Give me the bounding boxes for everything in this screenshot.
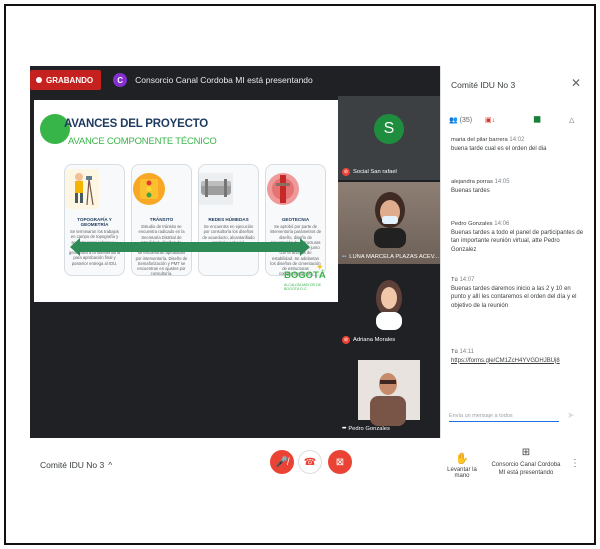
message-time: 14:07 — [459, 277, 475, 283]
participant-name: Pedro Gonzales — [348, 426, 390, 432]
slide-columns: TOPOGRAFÍA Y GEOMETRÍA Se terminaron los… — [64, 164, 326, 276]
slide-column: REDES HÚMEDAS Se encuentra en ejecución … — [198, 164, 259, 276]
message-author: Tú — [451, 277, 458, 283]
message-time: 14:06 — [494, 221, 510, 227]
participant-name-row: ••• Pedro Gonzales — [342, 426, 390, 432]
pipe-illustration-icon — [199, 173, 233, 205]
participant-name: LUNA MARCELA PLAZAS ACEV... — [349, 254, 439, 260]
message-time: 14:11 — [459, 349, 475, 355]
message-text: Buenas tardes a todo el panel de partici… — [451, 229, 584, 254]
slide-title: AVANCES DEL PROYECTO — [64, 118, 209, 130]
recording-badge: GRABANDO — [30, 70, 102, 90]
slide-column: TRÁNSITO Estudio de tránsito se encuentr… — [131, 164, 192, 276]
shared-slide: AVANCES DEL PROYECTO AVANCE COMPONENTE T… — [34, 100, 338, 302]
person-video-icon — [376, 280, 402, 330]
person-video-icon — [370, 373, 406, 426]
participant-tile[interactable]: ⊘ Adriana Morales — [338, 266, 440, 348]
chat-icon[interactable]: ◼ — [533, 114, 541, 125]
mic-off-icon: ⊘ — [342, 336, 350, 344]
close-icon[interactable]: ✕ — [571, 76, 581, 90]
meeting-details[interactable]: Comité IDU No 3 ^ — [40, 460, 112, 470]
participant-tile[interactable]: ▪▪ LUNA MARCELA PLAZAS ACEV... — [338, 182, 440, 264]
column-title: TRÁNSITO — [149, 217, 174, 222]
slide-subtitle: AVANCE COMPONENTE TÉCNICO — [68, 136, 217, 147]
mic-off-icon: ⊘ — [342, 168, 350, 176]
presenter-avatar: C — [113, 73, 128, 87]
shapes-icon[interactable]: △ — [569, 116, 574, 124]
participant-tiles: S ⊘ Social San rafael ▪▪ LUNA MARCELA PL… — [338, 96, 440, 436]
participant-name-row: ⊘ Social San rafael — [342, 168, 397, 176]
message-text: Buenas tardes — [451, 187, 490, 194]
raise-hand-button[interactable]: ✋ Levantar la mano — [440, 452, 484, 479]
chat-message: Tú 14:11 https://forms.gle/CM1ZcH4YVGDHJ… — [451, 348, 585, 365]
participant-name-row: ▪▪ LUNA MARCELA PLAZAS ACEV... — [342, 254, 439, 260]
presenting-text: Consorcio Canal Cordoba MI está presenta… — [135, 75, 313, 85]
surveyor-illustration-icon — [65, 169, 99, 209]
microphone-button[interactable]: 🎤̸ — [270, 450, 294, 474]
meeting-name: Comité IDU No 3 — [40, 460, 105, 470]
participant-name-row: ⊘ Adriana Morales — [342, 336, 395, 344]
participants-count: (35) — [459, 117, 473, 124]
logo-subtitle: ALCALDÍA MAYOR DE BOGOTÁ D.C. — [284, 283, 322, 291]
slide-arrow — [78, 242, 302, 252]
column-title: REDES HÚMEDAS — [208, 217, 249, 222]
raise-hand-label: Levantar la mano — [447, 467, 477, 479]
arrow-right-head — [300, 238, 310, 256]
chevron-up-icon: ^ — [108, 460, 113, 470]
present-screen-icon: ⊞ — [521, 447, 531, 458]
message-author: alejandra porras — [451, 179, 493, 185]
message-text: Buenas tardes daremos inicio a las 2 y 1… — [451, 285, 577, 310]
slide-column: GEOTECNIA Se aprobó por parte de interve… — [265, 164, 326, 276]
send-icon[interactable]: ➤ — [567, 410, 575, 421]
camera-off-icon: ⊠ — [335, 456, 345, 468]
chat-message: alejandra porras 14:05 Buenas tardes — [451, 178, 585, 195]
people-tab[interactable]: 👥 (35) — [449, 116, 472, 124]
chat-panel: Comité IDU No 3 ✕ 👥 (35) ▣↓ ◼ △ maria de… — [440, 66, 590, 438]
participant-tile[interactable]: ••• Pedro Gonzales — [338, 350, 440, 436]
chat-message: Tú 14:07 Buenas tardes daremos inicio a … — [451, 276, 585, 311]
record-icon — [36, 77, 42, 83]
column-title: TOPOGRAFÍA Y GEOMETRÍA — [77, 217, 112, 227]
meeting-stage: GRABANDO C Consorcio Canal Cordoba MI es… — [30, 66, 440, 438]
participant-name: Adriana Morales — [353, 337, 396, 343]
slide-column: TOPOGRAFÍA Y GEOMETRÍA Se terminaron los… — [64, 164, 125, 276]
leave-call-button[interactable]: ☎ — [298, 450, 322, 474]
message-time: 14:02 — [509, 137, 525, 143]
logo-star-icon: ✦ — [316, 262, 324, 272]
activities-icon[interactable]: ▣↓ — [485, 116, 495, 124]
presenting-label: Consorcio Canal Cordoba MI está presenta… — [491, 461, 561, 476]
people-icon: 👥 — [449, 117, 458, 124]
traffic-illustration-icon — [133, 173, 165, 205]
meeting-topbar: GRABANDO C Consorcio Canal Cordoba MI es… — [30, 66, 440, 94]
more-options-icon[interactable]: ⋮ — [570, 458, 580, 469]
column-title: GEOTECNIA — [281, 217, 310, 222]
message-author: Pedro Gonzales — [451, 221, 493, 227]
participant-avatar: S — [374, 114, 404, 144]
message-text: buena tarde cual es el orden del dia — [451, 145, 547, 152]
chat-message: Pedro Gonzales 14:06 Buenas tardes a tod… — [451, 220, 585, 255]
participant-name: Social San rafael — [353, 169, 397, 175]
chat-input[interactable]: Envía un mensaje a todos — [449, 410, 559, 422]
audio-level-icon: ••• — [342, 426, 346, 432]
message-author: maria del pilar barrera — [451, 137, 508, 143]
camera-button[interactable]: ⊠ — [328, 450, 352, 474]
participant-tile[interactable]: S ⊘ Social San rafael — [338, 96, 440, 180]
chat-message: maria del pilar barrera 14:02 buena tard… — [451, 136, 585, 153]
speaking-icon: ▪▪ — [342, 254, 347, 260]
message-time: 14:05 — [494, 179, 510, 185]
recording-label: GRABANDO — [46, 75, 94, 85]
arrow-left-head — [70, 238, 80, 256]
chat-title: Comité IDU No 3 — [451, 80, 516, 90]
presenting-button[interactable]: ⊞ Consorcio Canal Cordoba MI está presen… — [490, 446, 562, 477]
hand-icon: ✋ — [455, 453, 469, 465]
hang-up-icon: ☎ — [303, 456, 317, 468]
person-video-icon — [374, 192, 406, 248]
chat-messages: maria del pilar barrera 14:02 buena tard… — [451, 136, 585, 406]
panel-tabs: 👥 (35) ▣↓ ◼ △ — [449, 114, 587, 132]
message-author: Tú — [451, 349, 458, 355]
message-link[interactable]: https://forms.gle/CM1ZcH4YVGDHJBUj8 — [451, 358, 560, 364]
mic-off-icon: 🎤̸ — [275, 456, 289, 468]
geotechnics-illustration-icon — [267, 173, 299, 205]
